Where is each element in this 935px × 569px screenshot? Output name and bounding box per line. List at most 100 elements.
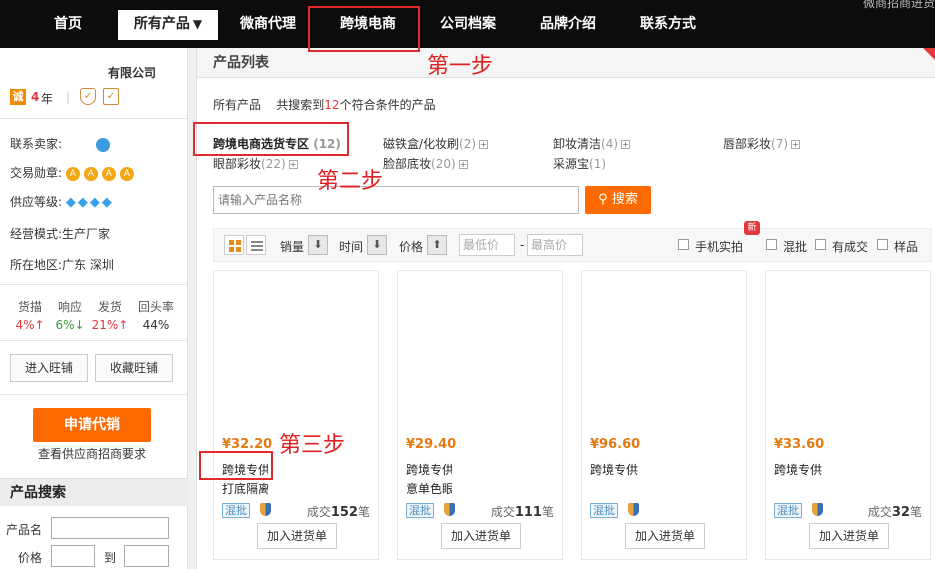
stat-shipping: 发货 21%↑ bbox=[91, 300, 129, 332]
product-price: ¥96.60 bbox=[590, 437, 641, 452]
divider bbox=[0, 394, 188, 395]
view-requirements-link[interactable]: 查看供应商招商要求 bbox=[38, 445, 146, 462]
category-eye-makeup[interactable]: 眼部彩妆(22) + bbox=[213, 155, 298, 172]
product-title[interactable]: 跨境专供 bbox=[774, 461, 834, 478]
annotation-box-step1 bbox=[308, 6, 420, 52]
diamond-icon: ◆ bbox=[65, 195, 76, 210]
annotation-step1: 第一步 bbox=[427, 54, 494, 79]
phone-photo-checkbox[interactable] bbox=[678, 239, 689, 250]
product-title[interactable]: 跨境专供 bbox=[590, 461, 650, 478]
category-lip-makeup[interactable]: 唇部彩妆(7) + bbox=[723, 135, 801, 152]
category-caiyuanbao[interactable]: 采源宝(1) bbox=[553, 155, 606, 172]
product-price: ¥32.20 bbox=[222, 437, 273, 452]
add-to-purchase-button[interactable]: 加入进货单 bbox=[809, 523, 889, 549]
add-to-purchase-button[interactable]: 加入进货单 bbox=[257, 523, 337, 549]
stat-response: 响应 6%↓ bbox=[55, 300, 85, 332]
product-search-title: 产品搜索 bbox=[0, 478, 188, 506]
enter-shop-button[interactable]: 进入旺铺 bbox=[10, 354, 88, 382]
sample-checkbox[interactable] bbox=[877, 239, 888, 250]
divider bbox=[0, 118, 188, 119]
years-number: 4 bbox=[31, 90, 40, 104]
price-dash: - bbox=[520, 238, 525, 252]
corner-triangle-icon bbox=[923, 48, 935, 60]
expand-plus-icon[interactable]: + bbox=[479, 140, 489, 149]
sample-label: 样品 bbox=[894, 240, 919, 254]
product-title-line2[interactable]: 打底隔离霜 bbox=[222, 480, 268, 497]
expand-plus-icon[interactable]: + bbox=[458, 160, 468, 169]
price-label: 价格 bbox=[18, 551, 43, 565]
guarantee-shield-icon[interactable]: ✓ bbox=[80, 88, 96, 105]
deal-count: 成交152笔 bbox=[306, 505, 370, 520]
guarantee-shield-icon bbox=[260, 503, 271, 516]
new-badge: 新 bbox=[744, 221, 760, 235]
category-makeup-remover[interactable]: 卸妆清洁(4) + bbox=[553, 135, 631, 152]
price-max-input[interactable] bbox=[124, 545, 169, 567]
sort-sales-arrow-icon[interactable]: ⬇ bbox=[308, 235, 328, 255]
diamond-icon: ◆ bbox=[77, 195, 88, 210]
product-card[interactable]: ¥96.60 跨境专供 混批 加入进货单 bbox=[581, 270, 747, 560]
wangwang-chat-icon[interactable] bbox=[96, 137, 111, 152]
stat-return-rate: 回头率 44% bbox=[137, 300, 174, 332]
annotation-step2: 第二步 bbox=[317, 169, 384, 194]
category-magnet-brush[interactable]: 磁铁盒/化妆刷(2) + bbox=[383, 135, 489, 152]
add-to-purchase-button[interactable]: 加入进货单 bbox=[441, 523, 521, 549]
left-sidebar: 有限公司 诚 4 年 | ✓ ✓ 联系卖家: 交易勋章: AAAA 供应等级: … bbox=[0, 48, 188, 569]
diamond-icon: ◆ bbox=[89, 195, 100, 210]
trade-medal-row: 交易勋章: AAAA bbox=[10, 164, 138, 181]
nav-item-brand[interactable]: 品牌介绍 bbox=[526, 10, 610, 38]
has-deal-checkbox[interactable] bbox=[815, 239, 826, 250]
product-card[interactable]: ¥32.20 跨境专供 打底隔离霜 混批 成交152笔 加入进货单 bbox=[213, 270, 379, 560]
nav-item-home[interactable]: 首页 bbox=[38, 10, 98, 38]
stat-description: 货描 4%↑ bbox=[15, 300, 45, 332]
nav-item-company-profile[interactable]: 公司档案 bbox=[426, 10, 510, 38]
guarantee-shield-icon bbox=[812, 503, 823, 516]
mixed-batch-tag: 混批 bbox=[406, 503, 434, 518]
expand-plus-icon[interactable]: + bbox=[791, 140, 801, 149]
expand-plus-icon[interactable]: + bbox=[288, 160, 298, 169]
search-icon: ⚲ bbox=[598, 192, 608, 207]
product-search-input[interactable] bbox=[213, 186, 579, 214]
contact-seller-row: 联系卖家: bbox=[10, 135, 111, 152]
price-min-input[interactable] bbox=[51, 545, 95, 567]
product-name-label: 产品名 bbox=[6, 523, 43, 537]
favorite-shop-button[interactable]: 收藏旺铺 bbox=[95, 354, 173, 382]
medal-icon: A bbox=[119, 166, 134, 181]
filter-price-min-input[interactable]: 最低价 bbox=[459, 234, 515, 256]
medal-icon: A bbox=[83, 166, 98, 181]
product-card[interactable]: ¥29.40 跨境专供 意单色眼影 混批 成交111笔 加入进货单 bbox=[397, 270, 563, 560]
supply-level-row: 供应等级: ◆ ◆ ◆ ◆ bbox=[10, 195, 112, 210]
divider bbox=[0, 284, 188, 285]
product-name-input[interactable] bbox=[51, 517, 169, 539]
nav-item-all-products[interactable]: 所有产品 ▼ bbox=[118, 10, 218, 40]
list-view-button[interactable] bbox=[246, 235, 266, 255]
sort-sales-label[interactable]: 销量 bbox=[280, 238, 304, 255]
add-to-purchase-button[interactable]: 加入进货单 bbox=[625, 523, 705, 549]
company-name: 有限公司 bbox=[108, 66, 157, 80]
has-deal-label: 有成交 bbox=[832, 240, 869, 254]
product-title[interactable]: 跨境专供 bbox=[406, 461, 452, 478]
category-face-base[interactable]: 脸部底妆(20) + bbox=[383, 155, 468, 172]
sort-time-label[interactable]: 时间 bbox=[339, 238, 363, 255]
sort-time-arrow-icon[interactable]: ⬇ bbox=[367, 235, 387, 255]
nav-top-text: 微商招商进货 bbox=[862, 0, 935, 10]
guarantee-shield-icon bbox=[444, 503, 455, 516]
product-card[interactable]: ¥33.60 跨境专供 混批 成交32笔 加入进货单 bbox=[765, 270, 931, 560]
phone-photo-label: 手机实拍 bbox=[695, 240, 744, 254]
sort-price-label[interactable]: 价格 bbox=[399, 238, 423, 255]
top-nav: 微商招商进货 首页 所有产品 ▼ 微商代理 跨境电商 公司档案 品牌介绍 联系方式 bbox=[0, 0, 935, 48]
nav-item-contact[interactable]: 联系方式 bbox=[626, 10, 710, 38]
all-products-link[interactable]: 所有产品 bbox=[213, 98, 261, 112]
apply-agent-button[interactable]: 申请代销 bbox=[33, 408, 151, 442]
divider bbox=[0, 340, 188, 341]
verified-cert-icon[interactable]: ✓ bbox=[103, 88, 119, 105]
expand-plus-icon[interactable]: + bbox=[621, 140, 631, 149]
medal-icon: A bbox=[65, 166, 80, 181]
filter-price-max-input[interactable]: 最高价 bbox=[527, 234, 583, 256]
caret-down-icon: ▼ bbox=[192, 17, 203, 31]
grid-view-button[interactable] bbox=[224, 235, 244, 255]
mixed-batch-checkbox[interactable] bbox=[766, 239, 777, 250]
search-button[interactable]: ⚲ 搜索 bbox=[585, 186, 651, 214]
nav-item-wechat-agent[interactable]: 微商代理 bbox=[228, 10, 308, 38]
sort-price-arrow-icon[interactable]: ⬆ bbox=[427, 235, 447, 255]
product-title-line2[interactable]: 意单色眼影 bbox=[406, 480, 452, 497]
